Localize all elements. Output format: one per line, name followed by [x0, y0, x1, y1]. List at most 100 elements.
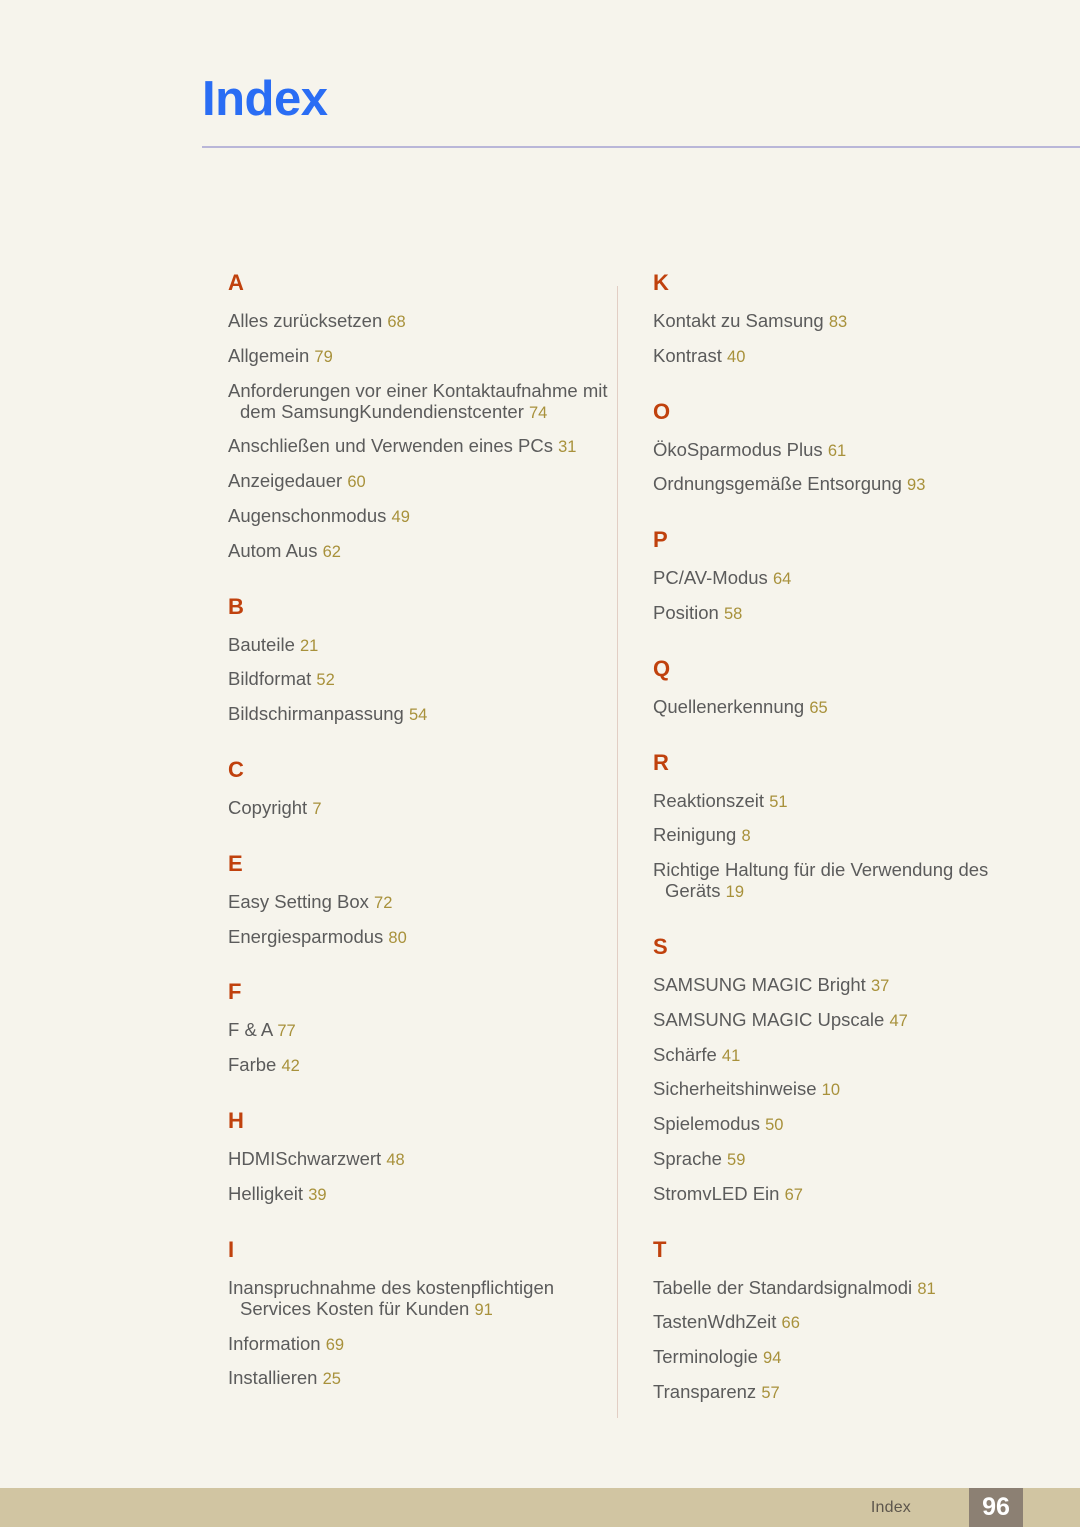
- index-entry-term: Position: [653, 601, 719, 623]
- section-letter: R: [653, 749, 669, 775]
- section-letter: O: [653, 398, 671, 424]
- index-entry-page-number: 54: [408, 706, 428, 725]
- index-section-i: I Inanspruchnahme des kostenpflichtigen S…: [228, 1236, 618, 1389]
- index-entry-page-number: 64: [772, 570, 792, 589]
- index-entry[interactable]: Kontakt zu Samsung 83: [653, 310, 1043, 332]
- index-section-q: Q Quellenerkennung 65: [653, 657, 1043, 718]
- index-entry-page-number: 57: [761, 1384, 780, 1403]
- index-entry[interactable]: Augenschonmodus 49: [228, 505, 618, 527]
- index-entry[interactable]: Anforderungen vor einer Kontaktaufnahme …: [228, 380, 618, 423]
- index-entry-term: Autom Aus: [228, 539, 318, 561]
- index-entry-term: PC/AV-Modus: [653, 567, 768, 589]
- index-entry-page-number: 25: [322, 1370, 341, 1389]
- index-entry-term: Inanspruchnahme des kostenpflichtigen Se…: [228, 1276, 555, 1319]
- index-entry-page-number: 7: [312, 800, 322, 819]
- index-entry[interactable]: Reinigung 8: [653, 824, 1043, 846]
- index-entry[interactable]: HDMISchwarzwert 48: [228, 1148, 618, 1170]
- index-entry[interactable]: SAMSUNG MAGIC Bright 37: [653, 974, 1043, 996]
- index-entry-term: Farbe: [228, 1054, 277, 1076]
- index-entry-page-number: 41: [721, 1046, 741, 1065]
- index-entry-page-number: 39: [308, 1185, 327, 1204]
- index-entry[interactable]: Richtige Haltung für die Verwendung des …: [653, 859, 1043, 902]
- index-entry-term: Alles zurücksetzen: [228, 310, 383, 331]
- index-entry[interactable]: Allgemein 79: [228, 345, 618, 367]
- index-entry-page-number: 80: [388, 928, 407, 947]
- index-entry-page-number: 81: [917, 1279, 936, 1298]
- index-section-h: H HDMISchwarzwert 48 Helligkeit 39: [228, 1110, 618, 1205]
- index-entry[interactable]: PC/AV-Modus 64: [653, 567, 1043, 589]
- index-entry[interactable]: Kontrast 40: [653, 345, 1043, 367]
- section-letter: C: [228, 757, 244, 783]
- page-title: Index: [202, 72, 328, 126]
- index-entry[interactable]: Ordnungsgemäße Entsorgung 93: [653, 473, 1043, 495]
- footer-page-number: 96: [982, 1493, 1010, 1521]
- index-entry-page-number: 51: [769, 792, 788, 811]
- index-entry-page-number: 52: [316, 671, 335, 690]
- index-entry[interactable]: Anschließen und Verwenden eines PCs 31: [228, 435, 618, 457]
- index-entry[interactable]: Reaktionszeit 51: [653, 790, 1043, 812]
- index-entry[interactable]: Installieren 25: [228, 1367, 618, 1389]
- index-entry[interactable]: Bildschirmanpassung 54: [228, 703, 618, 725]
- index-entry-page-number: 69: [325, 1335, 345, 1354]
- section-letter: S: [653, 934, 668, 960]
- section-letter: I: [228, 1236, 235, 1262]
- index-entry[interactable]: StromvLED Ein 67: [653, 1183, 1043, 1205]
- index-entry[interactable]: Bildformat 52: [228, 668, 618, 690]
- index-entry-term: F & A: [228, 1019, 273, 1041]
- index-entry-term: Transparenz: [653, 1381, 757, 1403]
- index-entry-term: StromvLED Ein: [653, 1182, 780, 1204]
- index-entry-term: Augenschonmodus: [228, 505, 387, 527]
- index-entry[interactable]: Bauteile 21: [228, 634, 618, 656]
- index-entry[interactable]: Tabelle der Standardsignalmodi 81: [653, 1277, 1043, 1299]
- index-entry[interactable]: Easy Setting Box 72: [228, 891, 618, 913]
- index-entry[interactable]: Sicherheitshinweise 10: [653, 1078, 1043, 1100]
- index-entry-page-number: 8: [741, 827, 751, 846]
- index-entry-page-number: 50: [765, 1116, 784, 1135]
- index-entry[interactable]: Helligkeit 39: [228, 1183, 618, 1205]
- index-entry-term: SAMSUNG MAGIC Upscale: [653, 1008, 885, 1030]
- index-entry[interactable]: Transparenz 57: [653, 1381, 1043, 1403]
- index-entry[interactable]: Information 69: [228, 1333, 618, 1355]
- index-entry-term: Terminologie: [653, 1346, 758, 1368]
- index-entry[interactable]: Copyright 7: [228, 797, 618, 819]
- index-entry-term: Allgemein: [228, 344, 310, 366]
- index-entry[interactable]: Sprache 59: [653, 1148, 1043, 1170]
- index-entry-term: Quellenerkennung: [653, 695, 805, 717]
- index-entry-page-number: 61: [827, 441, 847, 460]
- index-entry[interactable]: F & A 77: [228, 1019, 618, 1041]
- index-entry[interactable]: SAMSUNG MAGIC Upscale 47: [653, 1009, 1043, 1031]
- index-entry[interactable]: Alles zurücksetzen 68: [228, 310, 618, 332]
- index-entry[interactable]: Spielemodus 50: [653, 1113, 1043, 1135]
- index-entry-page-number: 91: [474, 1300, 493, 1319]
- footer-page-box: 96: [969, 1488, 1023, 1527]
- index-entry[interactable]: Autom Aus 62: [228, 540, 618, 562]
- index-entry-page-number: 60: [347, 473, 366, 492]
- index-section-r: R Reaktionszeit 51 Reinigung 8 Richtige Hal…: [653, 749, 1043, 902]
- index-entry-page-number: 66: [781, 1314, 800, 1333]
- index-entry-page-number: 40: [727, 347, 746, 366]
- index-section-t: T Tabelle der Standardsignalmodi 81 Tasten…: [653, 1238, 1043, 1403]
- index-entry-page-number: 42: [281, 1057, 300, 1076]
- index-entry-page-number: 19: [725, 883, 745, 902]
- index-entry[interactable]: ÖkoSparmodus Plus 61: [653, 439, 1043, 461]
- index-entry-term: Sicherheitshinweise: [653, 1078, 817, 1100]
- index-entry[interactable]: Farbe 42: [228, 1054, 618, 1076]
- index-entry[interactable]: Inanspruchnahme des kostenpflichtigen Se…: [228, 1277, 618, 1320]
- index-entry-page-number: 48: [386, 1151, 405, 1170]
- index-entry-term: Anzeigedauer: [228, 470, 343, 492]
- index-entry-term: Sprache: [653, 1148, 722, 1170]
- index-entry[interactable]: Schärfe 41: [653, 1044, 1043, 1066]
- index-entry[interactable]: Position 58: [653, 602, 1043, 624]
- index-entry[interactable]: Terminologie 94: [653, 1346, 1043, 1368]
- index-entry-page-number: 83: [828, 313, 848, 331]
- index-entry-term: Energiesparmodus: [228, 925, 384, 947]
- index-entry[interactable]: Anzeigedauer 60: [228, 470, 618, 492]
- index-entry[interactable]: Energiesparmodus 80: [228, 926, 618, 948]
- index-entry[interactable]: TastenWdhZeit 66: [653, 1311, 1043, 1333]
- index-entry-term: Bauteile: [228, 633, 295, 655]
- index-column-left: A Alles zurücksetzen 68 Allgemein 79 Anford…: [228, 272, 618, 1389]
- index-section-k: K Kontakt zu Samsung 83 Kontrast 40: [653, 272, 1043, 367]
- index-entry[interactable]: Quellenerkennung 65: [653, 696, 1043, 718]
- index-entry-term: Schärfe: [653, 1043, 717, 1065]
- index-entry-page-number: 79: [314, 347, 333, 366]
